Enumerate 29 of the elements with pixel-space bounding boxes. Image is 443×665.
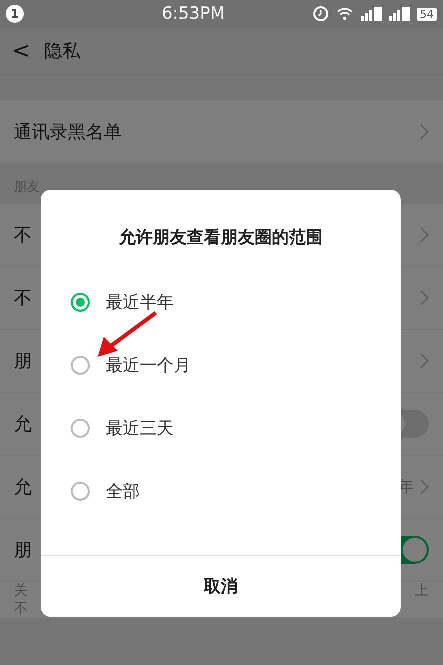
signal-icon: [361, 7, 383, 21]
radio-option[interactable]: 最近半年: [41, 271, 401, 334]
row-label: 朋: [14, 539, 32, 562]
row-label: 通讯录黑名单: [14, 121, 122, 144]
radio-option[interactable]: 最近一个月: [41, 334, 401, 397]
wifi-icon: [337, 7, 353, 21]
cancel-button[interactable]: 取消: [41, 555, 401, 617]
settings-row[interactable]: 通讯录黑名单: [0, 101, 443, 164]
row-label: 不: [14, 224, 32, 247]
row-label: 允: [14, 476, 32, 499]
signal-icon: [389, 7, 411, 21]
chevron-icon: [420, 479, 429, 495]
back-button[interactable]: <: [12, 38, 30, 64]
alarm-icon: [313, 6, 329, 22]
dialog-title: 允许朋友查看朋友圈的范围: [118, 227, 324, 250]
row-label: 允: [14, 413, 32, 436]
row-label: 不: [14, 287, 32, 310]
chevron-icon: [420, 290, 429, 306]
page-title: 隐私: [44, 40, 80, 63]
notification-icon: 1: [6, 5, 24, 23]
chevron-icon: [420, 353, 429, 369]
chevron-icon: [420, 124, 429, 140]
row-label: 朋: [14, 350, 32, 373]
chevron-icon: [420, 227, 429, 243]
arrow-annotation: [96, 311, 158, 359]
clock-text: 6:53PM: [160, 4, 226, 24]
battery-level: 54: [417, 8, 437, 20]
radio-option[interactable]: 全部: [41, 460, 401, 523]
radio-option[interactable]: 最近三天: [41, 397, 401, 460]
